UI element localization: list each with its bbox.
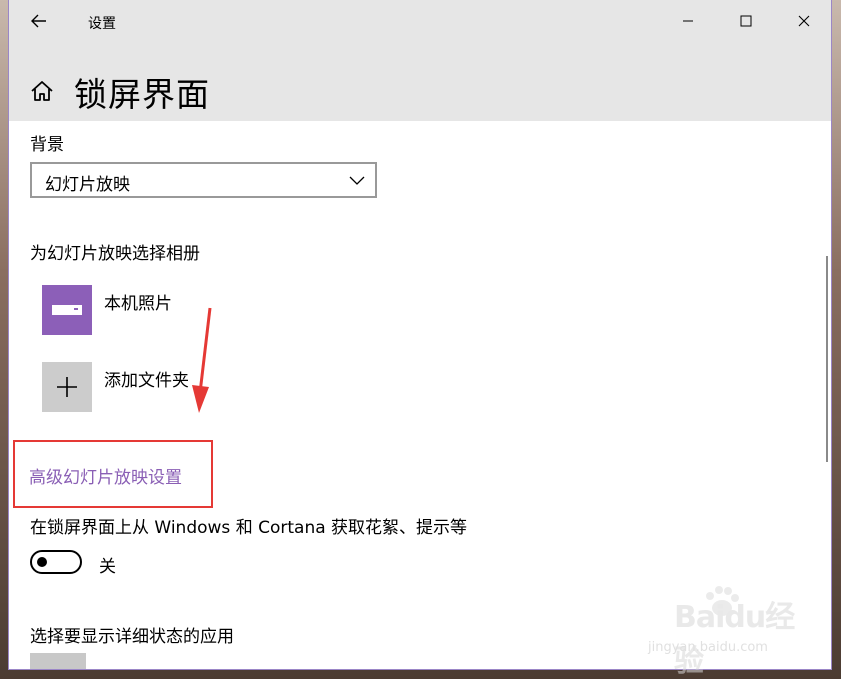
baidu-watermark: Baidu经验 jingyan.baidu.com bbox=[644, 584, 814, 679]
watermark-url: jingyan.baidu.com bbox=[648, 640, 768, 655]
advanced-slideshow-settings-link[interactable]: 高级幻灯片放映设置 bbox=[29, 463, 182, 488]
home-icon[interactable] bbox=[29, 78, 55, 104]
window-title: 设置 bbox=[88, 16, 116, 32]
chevron-down-icon bbox=[349, 176, 365, 185]
toggle-knob bbox=[37, 557, 47, 567]
minimize-button[interactable] bbox=[665, 6, 711, 36]
title-bar: 设置 bbox=[9, 0, 831, 42]
apps-detailed-status-label: 选择要显示详细状态的应用 bbox=[30, 627, 234, 647]
album-section-label: 为幻灯片放映选择相册 bbox=[30, 244, 200, 264]
toggle-state-label: 关 bbox=[99, 557, 116, 577]
album-tile bbox=[42, 362, 92, 412]
dropdown-value: 幻灯片放映 bbox=[45, 175, 130, 195]
watermark-brand: Baidu经验 bbox=[674, 600, 795, 679]
background-label: 背景 bbox=[30, 135, 64, 155]
settings-window: 设置 锁屏界面 背景 幻灯片放映 为幻灯片放映选择相册 本机照片 添加文件夹 高… bbox=[8, 0, 832, 670]
album-label: 添加文件夹 bbox=[104, 371, 189, 391]
cortana-tips-toggle[interactable] bbox=[30, 550, 82, 574]
close-button[interactable] bbox=[781, 6, 827, 36]
pictures-folder-icon bbox=[52, 305, 82, 315]
back-button[interactable] bbox=[23, 6, 55, 36]
plus-icon bbox=[57, 377, 77, 397]
minimize-icon bbox=[683, 20, 693, 22]
app-tile-button[interactable] bbox=[30, 653, 86, 669]
page-title: 锁屏界面 bbox=[74, 75, 210, 114]
red-arrow-annotation bbox=[192, 307, 212, 413]
maximize-icon bbox=[740, 15, 752, 27]
close-icon bbox=[798, 15, 810, 27]
maximize-button[interactable] bbox=[723, 6, 769, 36]
background-dropdown[interactable]: 幻灯片放映 bbox=[30, 162, 377, 198]
back-arrow-icon bbox=[31, 14, 46, 28]
album-tile bbox=[42, 285, 92, 335]
cortana-tips-label: 在锁屏界面上从 Windows 和 Cortana 获取花絮、提示等 bbox=[30, 518, 468, 538]
vertical-scrollbar[interactable] bbox=[826, 256, 828, 462]
album-label: 本机照片 bbox=[104, 294, 172, 314]
